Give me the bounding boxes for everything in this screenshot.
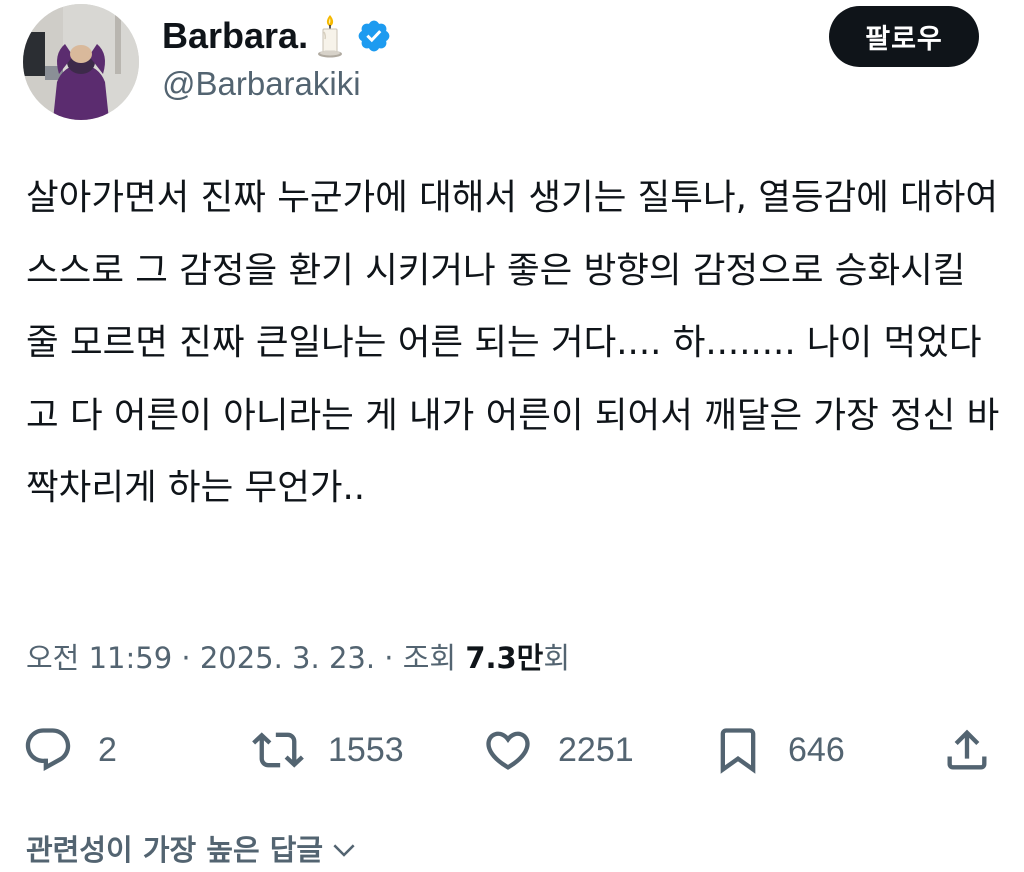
share-icon [947, 729, 987, 770]
avatar[interactable] [23, 4, 139, 120]
reply-icon [25, 728, 71, 772]
verified-badge-icon[interactable] [356, 18, 392, 54]
replies-sort-label: 관련성이 가장 높은 답글 [26, 833, 324, 867]
meta-separator: · [172, 641, 200, 675]
tweet-meta: 오전 11:59 · 2025. 3. 23. · 조회 7.3만회 [26, 634, 570, 682]
meta-separator: · [375, 641, 403, 675]
retweet-button[interactable]: 1553 [252, 715, 404, 785]
tweet-time[interactable]: 오전 11:59 [26, 641, 172, 675]
retweet-icon [252, 732, 304, 768]
views-count: 7.3만 [465, 641, 544, 675]
heart-icon [486, 731, 530, 770]
author-name-row[interactable]: Barbara. [162, 12, 392, 60]
bookmark-count: 646 [788, 730, 845, 769]
bookmark-icon [720, 728, 756, 774]
action-bar: 2 1553 2251 646 [0, 715, 1024, 785]
candle-emoji-icon [314, 13, 346, 59]
chevron-down-icon [333, 844, 355, 857]
bookmark-button[interactable]: 646 [712, 715, 845, 785]
author-handle[interactable]: @Barbarakiki [162, 62, 361, 106]
like-button[interactable]: 2251 [482, 715, 634, 785]
share-button[interactable] [941, 715, 993, 785]
views-label: 조회 [402, 641, 466, 675]
follow-button[interactable]: 팔로우 [829, 6, 979, 67]
reply-button[interactable]: 2 [22, 715, 117, 785]
display-name[interactable]: Barbara. [162, 12, 308, 60]
avatar-photo [23, 4, 139, 120]
retweet-count: 1553 [328, 730, 404, 769]
tweet-date[interactable]: 2025. 3. 23. [200, 641, 375, 675]
tweet-text: 살아가면서 진짜 누군가에 대해서 생기는 질투나, 열등감에 대하여 스스로 … [26, 177, 1010, 508]
views-suffix: 회 [543, 641, 571, 675]
reply-count: 2 [98, 730, 117, 769]
replies-sort-dropdown[interactable]: 관련성이 가장 높은 답글 [26, 828, 359, 872]
like-count: 2251 [558, 730, 634, 769]
